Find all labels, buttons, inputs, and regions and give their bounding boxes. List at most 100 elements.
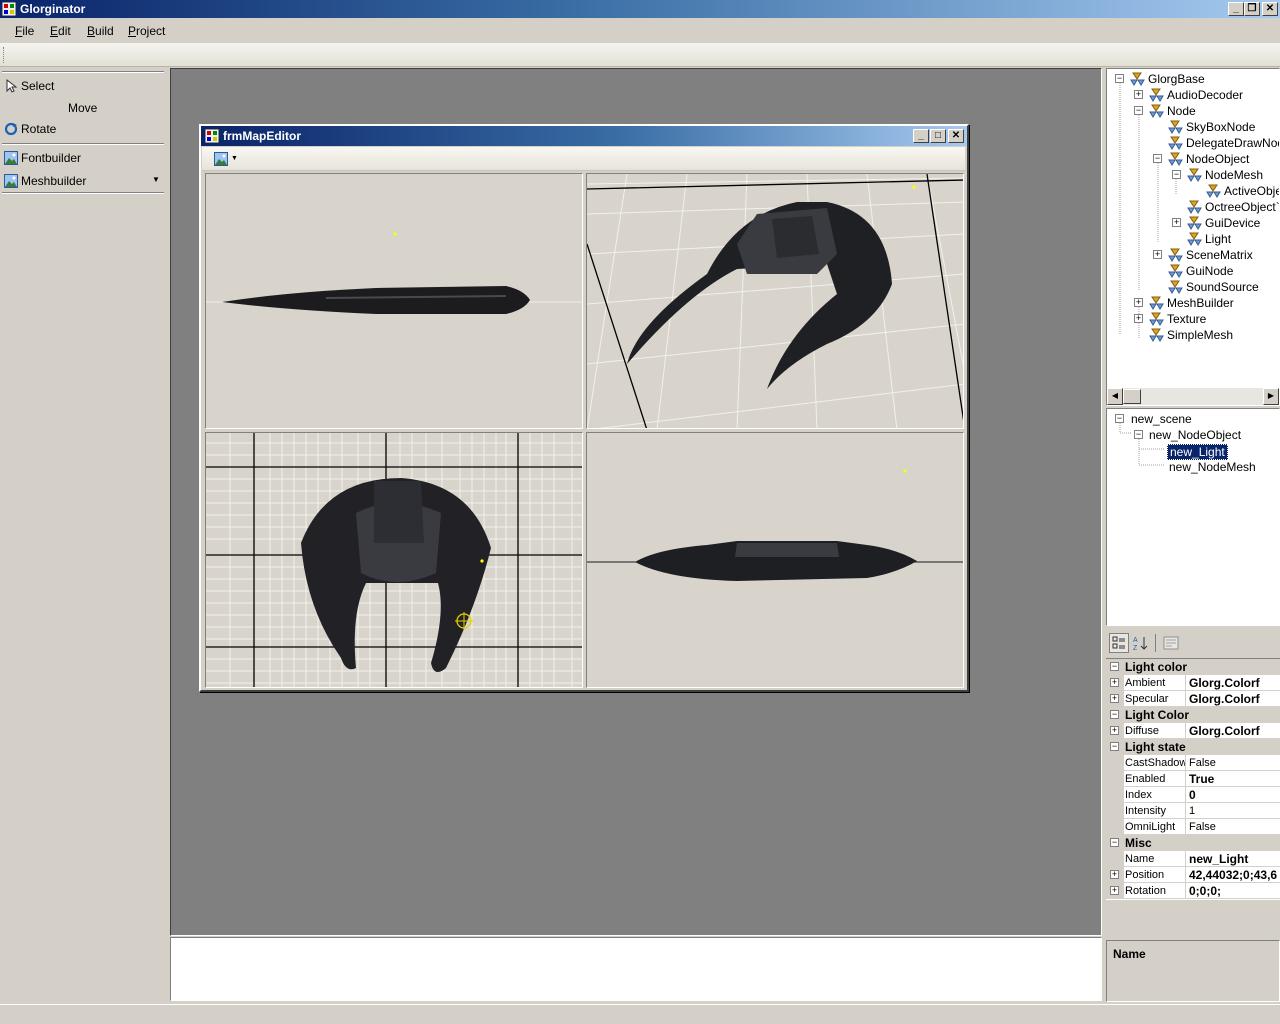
expand-icon[interactable]: + (1110, 726, 1119, 735)
viewport-front[interactable] (586, 432, 964, 688)
move-tool[interactable]: Move (0, 98, 166, 118)
prop-row[interactable]: Enabled True (1106, 771, 1280, 787)
map-editor-window[interactable]: frmMapEditor _ □ ✕ ▼ (199, 124, 969, 692)
view-dropdown-button[interactable]: ▼ (212, 151, 240, 168)
main-title-bar[interactable]: Glorginator _ ❐ ✕ (0, 0, 1280, 18)
class-icon (1149, 328, 1164, 342)
class-icon (1149, 104, 1164, 118)
child-close-button[interactable]: ✕ (948, 129, 964, 143)
class-icon (1149, 88, 1164, 102)
output-textbox[interactable] (170, 937, 1102, 1001)
expand-icon[interactable]: + (1110, 886, 1119, 895)
prop-row[interactable]: + Diffuse Glorg.Colorf (1106, 723, 1280, 739)
prop-row[interactable]: + Position 42,44032;0;43,6 (1106, 867, 1280, 883)
collapse-icon[interactable]: − (1110, 838, 1119, 847)
prop-row[interactable]: Name new_Light (1106, 851, 1280, 867)
class-icon (1187, 168, 1202, 182)
prop-row[interactable]: CastShadow False (1106, 755, 1280, 771)
menu-edit[interactable]: Edit (50, 24, 71, 38)
top-view-render (206, 433, 582, 687)
light-marker[interactable] (912, 185, 916, 189)
expand-icon[interactable]: + (1110, 694, 1119, 703)
expand-icon[interactable]: + (1110, 678, 1119, 687)
svg-text:Z: Z (1133, 645, 1138, 651)
divider (2, 71, 164, 73)
prop-row[interactable]: OmniLight False (1106, 819, 1280, 835)
class-tree[interactable]: − GlorgBase + AudioDecoder − Node SkyBoxNod… (1106, 68, 1280, 406)
menu-project[interactable]: Project (128, 24, 165, 38)
light-marker[interactable] (393, 232, 397, 236)
property-description: Name (1106, 940, 1280, 1002)
front-view-render (587, 469, 963, 581)
light-marker[interactable] (480, 559, 484, 563)
prop-category[interactable]: − Misc (1106, 835, 1280, 851)
prop-row[interactable]: + Rotation 0;0;0; (1106, 883, 1280, 899)
sort-category-button[interactable] (1109, 633, 1129, 653)
child-title-bar[interactable]: frmMapEditor _ □ ✕ (201, 126, 967, 146)
scroll-right-icon[interactable]: ▶ (1263, 388, 1279, 405)
tool-panel: Select Move Rotate Fontbuilder Meshbuild… (0, 68, 166, 1003)
sort-category-icon (1112, 636, 1125, 649)
meshbuilder-item[interactable]: Meshbuilder ▼ (0, 171, 166, 191)
minimize-button[interactable]: _ (1228, 2, 1244, 16)
scene-tree[interactable]: − new_scene − new_NodeObject new_Light new… (1106, 408, 1280, 626)
child-minimize-button[interactable]: _ (913, 129, 929, 143)
class-icon (1130, 72, 1145, 86)
viewport-top[interactable] (205, 432, 583, 688)
property-pages-button[interactable] (1161, 633, 1181, 653)
class-icon (1168, 136, 1183, 150)
expand-icon[interactable]: + (1110, 870, 1119, 879)
child-maximize-button[interactable]: □ (930, 129, 946, 143)
class-icon (1187, 200, 1202, 214)
collapse-icon[interactable]: − (1110, 662, 1119, 671)
image-icon (4, 151, 18, 165)
viewport-perspective[interactable] (586, 173, 964, 429)
app-icon (2, 2, 16, 16)
class-icon (1168, 120, 1183, 134)
toolstrip-grip[interactable] (3, 47, 5, 63)
menu-build[interactable]: Build (87, 24, 114, 38)
chevron-down-icon: ▼ (231, 155, 238, 162)
fontbuilder-item[interactable]: Fontbuilder (0, 148, 166, 168)
scroll-thumb[interactable] (1123, 389, 1141, 404)
prop-category[interactable]: − Light color (1106, 659, 1280, 675)
prop-category[interactable]: − Light Color (1106, 707, 1280, 723)
menu-bar: File Edit Build Project (0, 19, 1280, 41)
divider (1155, 634, 1156, 652)
minimize-icon: _ (1233, 3, 1239, 14)
close-icon: ✕ (1265, 3, 1275, 14)
restore-icon: ❐ (1247, 3, 1257, 14)
close-button[interactable]: ✕ (1262, 2, 1278, 16)
divider (2, 192, 164, 194)
class-tree-scrollbar[interactable]: ◀ ▶ (1107, 388, 1279, 405)
select-tool[interactable]: Select (0, 76, 166, 96)
prop-category[interactable]: − Light state (1106, 739, 1280, 755)
close-icon: ✕ (951, 130, 961, 141)
class-icon (1149, 296, 1164, 310)
property-grid[interactable]: − Light color + Ambient Glorg.Colorf + Specu… (1106, 658, 1280, 900)
prop-row[interactable]: Index 0 (1106, 787, 1280, 803)
chevron-down-icon[interactable]: ▼ (152, 175, 160, 184)
property-pages-icon (1163, 636, 1179, 650)
viewport-side[interactable] (205, 173, 583, 429)
child-toolbar: ▼ (202, 147, 965, 171)
restore-button[interactable]: ❐ (1244, 2, 1260, 16)
light-marker[interactable] (903, 469, 907, 473)
perspective-view-render (587, 174, 963, 428)
scroll-left-icon[interactable]: ◀ (1107, 388, 1123, 405)
rotate-tool[interactable]: Rotate (0, 119, 166, 139)
app-title: Glorginator (20, 2, 86, 16)
class-icon (1149, 312, 1164, 326)
menu-file[interactable]: File (15, 24, 34, 38)
prop-row[interactable]: Intensity 1 (1106, 803, 1280, 819)
collapse-icon[interactable]: − (1110, 742, 1119, 751)
status-bar (0, 1004, 1280, 1024)
class-icon (1168, 280, 1183, 294)
image-icon (4, 174, 18, 188)
sort-alpha-button[interactable]: AZ (1131, 633, 1151, 653)
prop-row[interactable]: + Specular Glorg.Colorf (1106, 691, 1280, 707)
prop-row[interactable]: + Ambient Glorg.Colorf (1106, 675, 1280, 691)
divider (2, 143, 164, 145)
collapse-icon[interactable]: − (1110, 710, 1119, 719)
cursor-icon (6, 79, 18, 93)
